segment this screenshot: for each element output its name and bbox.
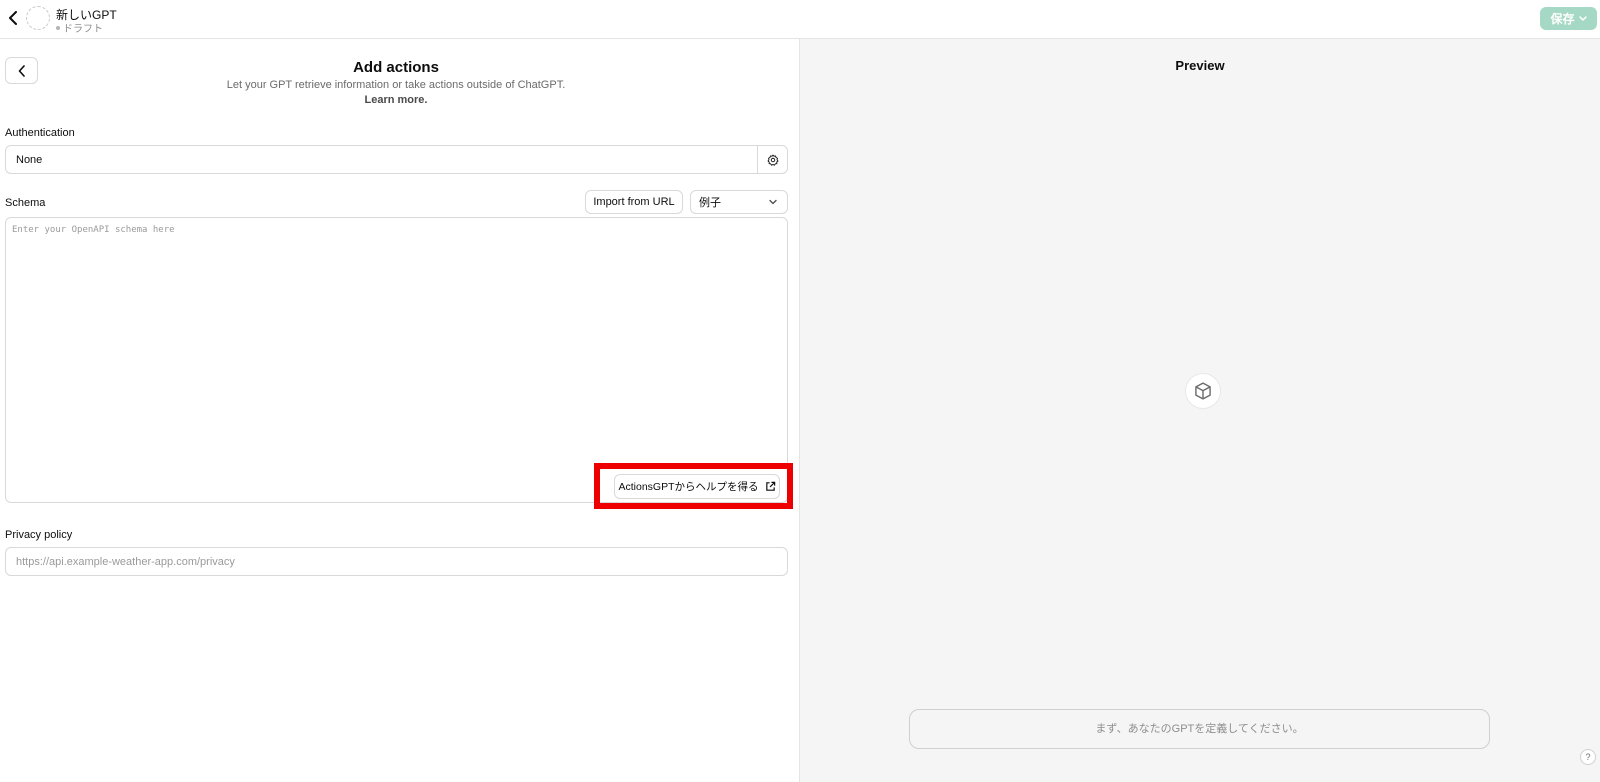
page-subtitle: Let your GPT retrieve information or tak… xyxy=(226,79,566,91)
actionsgpt-help-button[interactable]: ActionsGPTからヘルプを得る xyxy=(614,474,780,499)
back-icon[interactable] xyxy=(4,9,22,27)
external-link-icon xyxy=(765,481,775,491)
actionsgpt-help-label: ActionsGPTからヘルプを得る xyxy=(618,481,759,493)
example-select[interactable]: 例子 xyxy=(690,190,788,214)
schema-label: Schema xyxy=(5,197,46,209)
schema-editor xyxy=(5,217,788,503)
authentication-label: Authentication xyxy=(5,127,75,139)
preview-title: Preview xyxy=(1175,58,1225,73)
gear-icon xyxy=(767,154,778,166)
example-select-label: 例子 xyxy=(699,197,721,209)
privacy-policy-input[interactable] xyxy=(5,547,788,576)
authentication-field: None xyxy=(5,145,788,174)
gpt-avatar[interactable] xyxy=(26,6,50,30)
learn-more-link[interactable]: Learn more. xyxy=(365,94,428,106)
gpt-status: ドラフト xyxy=(56,20,103,35)
preview-message-input[interactable] xyxy=(909,709,1490,749)
learn-more-row: Learn more. xyxy=(0,94,792,106)
cube-icon xyxy=(1195,382,1211,400)
chevron-down-icon xyxy=(1578,15,1587,21)
save-button[interactable]: 保存 xyxy=(1540,7,1597,30)
schema-input[interactable] xyxy=(6,218,787,502)
help-button[interactable]: ? xyxy=(1580,749,1596,765)
status-dot-icon xyxy=(56,25,60,30)
authentication-value[interactable]: None xyxy=(6,146,757,173)
chevron-down-icon xyxy=(769,199,777,205)
actions-panel: Add actions Let your GPT retrieve inform… xyxy=(0,39,800,782)
gpt-placeholder-avatar xyxy=(1185,373,1221,409)
page-title: Add actions xyxy=(353,59,439,76)
authentication-settings-button[interactable] xyxy=(757,146,787,173)
privacy-policy-label: Privacy policy xyxy=(5,529,73,541)
gpt-status-label: ドラフト xyxy=(63,24,103,35)
preview-panel: Preview ? xyxy=(800,39,1600,782)
save-button-label: 保存 xyxy=(1550,12,1575,26)
top-bar: 新しいGPT ドラフト 保存 xyxy=(0,0,1600,39)
import-from-url-button[interactable]: Import from URL xyxy=(585,190,683,214)
